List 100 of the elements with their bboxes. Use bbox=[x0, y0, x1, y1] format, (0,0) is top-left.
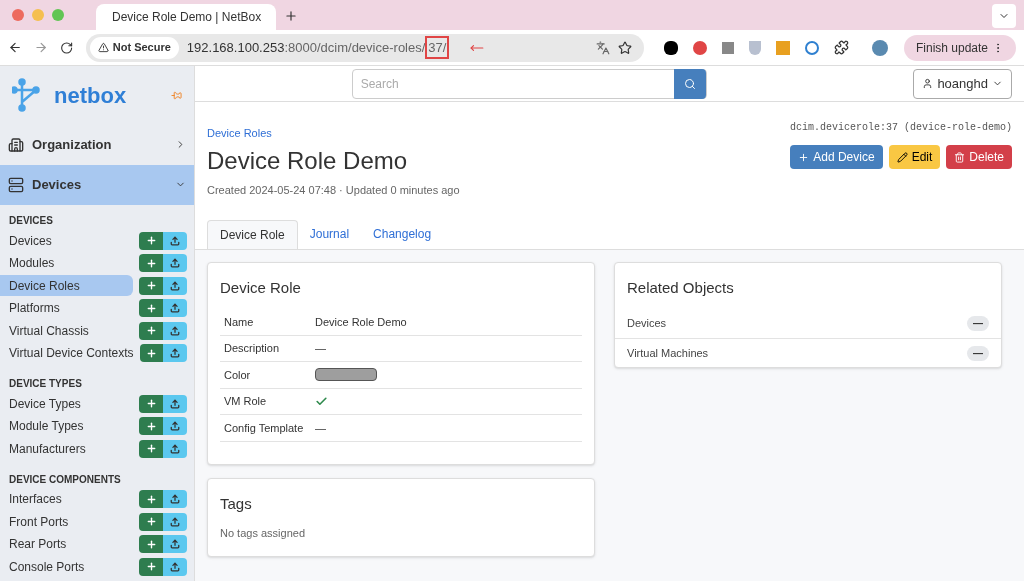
import-button[interactable] bbox=[163, 299, 187, 318]
card-title: Related Objects bbox=[626, 277, 735, 298]
import-button[interactable] bbox=[163, 439, 187, 458]
add-button[interactable] bbox=[139, 321, 163, 340]
netbox-logo-text: netbox bbox=[54, 81, 127, 110]
import-button[interactable] bbox=[163, 535, 187, 554]
empty-message: No tags assigned bbox=[220, 526, 306, 541]
trash-icon bbox=[954, 151, 966, 163]
plus-icon bbox=[145, 302, 157, 314]
plus-icon bbox=[145, 516, 157, 528]
extension-icon[interactable] bbox=[663, 40, 678, 55]
add-button[interactable] bbox=[139, 557, 163, 576]
reload-icon[interactable] bbox=[60, 40, 74, 55]
add-button[interactable] bbox=[139, 344, 164, 363]
count-badge: — bbox=[967, 316, 989, 331]
import-button[interactable] bbox=[163, 417, 187, 436]
nav-link[interactable]: Device Roles bbox=[0, 275, 133, 297]
section-heading: DEVICES bbox=[8, 214, 54, 228]
nav-link[interactable]: Rear Ports bbox=[0, 533, 133, 555]
field-label: VM Role bbox=[224, 394, 268, 409]
breadcrumb-link[interactable]: Device Roles bbox=[207, 127, 272, 139]
search-button[interactable] bbox=[673, 68, 706, 99]
import-button[interactable] bbox=[163, 254, 187, 273]
upload-icon bbox=[170, 421, 180, 432]
plus-icon bbox=[145, 347, 157, 359]
nav-link[interactable]: Virtual Chassis bbox=[0, 320, 133, 342]
add-button[interactable] bbox=[139, 535, 163, 554]
plus-icon bbox=[145, 235, 157, 247]
import-button[interactable] bbox=[163, 490, 187, 509]
import-button[interactable] bbox=[163, 231, 187, 250]
upload-icon bbox=[170, 539, 180, 550]
finish-update-button[interactable]: Finish update bbox=[903, 34, 1016, 61]
card-title: Device Role bbox=[220, 277, 302, 298]
url-highlight: 37/ bbox=[425, 35, 450, 60]
upload-icon bbox=[170, 398, 180, 409]
add-button[interactable] bbox=[139, 490, 163, 509]
add-button[interactable] bbox=[139, 512, 163, 531]
edit-button[interactable]: Edit bbox=[888, 145, 941, 169]
extensions-puzzle-icon[interactable] bbox=[833, 40, 849, 55]
upload-icon bbox=[170, 516, 180, 527]
nav-link[interactable]: Device Types bbox=[0, 393, 133, 415]
search-icon bbox=[683, 77, 696, 90]
address-bar[interactable]: Not Secure 192.168.100.253:8000/dcim/device-roles/ 37/ bbox=[85, 33, 644, 62]
plus-icon bbox=[145, 561, 157, 573]
menu-header[interactable]: Organization bbox=[0, 124, 194, 165]
user-menu-button[interactable]: hoanghd bbox=[913, 68, 1012, 99]
browser-tab[interactable]: Device Role Demo | NetBox bbox=[96, 4, 276, 30]
translate-icon[interactable] bbox=[595, 40, 610, 55]
nav-link[interactable]: Manufacturers bbox=[0, 438, 133, 460]
upload-icon bbox=[170, 443, 180, 454]
import-button[interactable] bbox=[163, 394, 187, 413]
import-button[interactable] bbox=[163, 276, 187, 295]
back-icon[interactable] bbox=[8, 40, 23, 55]
search-input[interactable]: Search bbox=[360, 74, 674, 93]
upload-icon bbox=[170, 348, 181, 359]
delete-button[interactable]: Delete bbox=[946, 145, 1012, 169]
search-field[interactable]: Search bbox=[351, 68, 707, 99]
count-badge: — bbox=[967, 345, 989, 361]
bookmark-star-icon[interactable] bbox=[617, 40, 632, 55]
add-button[interactable] bbox=[139, 299, 163, 318]
menu-header[interactable]: Devices bbox=[0, 164, 194, 205]
add-button[interactable] bbox=[139, 417, 163, 436]
plus-icon bbox=[145, 325, 157, 337]
related-link[interactable]: Virtual Machines bbox=[627, 344, 967, 362]
import-button[interactable] bbox=[163, 557, 187, 576]
field-label: Color bbox=[224, 367, 252, 383]
security-chip[interactable]: Not Secure bbox=[89, 36, 179, 59]
tab[interactable]: Device Role bbox=[207, 219, 298, 249]
section-heading: DEVICE COMPONENTS bbox=[8, 472, 122, 487]
field-label: Name bbox=[224, 314, 255, 330]
nav-link[interactable]: Platforms bbox=[0, 297, 133, 319]
field-value: — bbox=[315, 341, 326, 356]
nav-link[interactable]: Console Ports bbox=[0, 556, 133, 578]
add-button[interactable] bbox=[139, 394, 163, 413]
field-value: Device Role Demo bbox=[315, 314, 407, 330]
section-heading: DEVICE TYPES bbox=[8, 377, 83, 391]
profile-avatar[interactable] bbox=[871, 39, 888, 56]
add-button[interactable]: Add Device bbox=[790, 145, 883, 169]
tab[interactable]: Changelog bbox=[361, 219, 444, 249]
nav-link[interactable]: Front Ports bbox=[0, 511, 133, 533]
nav-link[interactable]: Devices bbox=[0, 230, 133, 252]
new-tab-icon[interactable] bbox=[284, 9, 298, 23]
related-link[interactable]: Devices bbox=[627, 315, 967, 332]
card-title: Tags bbox=[220, 493, 253, 514]
forward-icon[interactable] bbox=[34, 40, 49, 55]
pencil-icon bbox=[896, 151, 908, 163]
import-button[interactable] bbox=[163, 321, 187, 340]
import-button[interactable] bbox=[163, 344, 187, 363]
upload-icon bbox=[170, 561, 180, 572]
nav-link[interactable]: Interfaces bbox=[0, 488, 133, 510]
import-button[interactable] bbox=[163, 512, 187, 531]
add-button[interactable] bbox=[139, 231, 163, 250]
add-button[interactable] bbox=[139, 254, 163, 273]
nav-link[interactable]: Modules bbox=[0, 252, 133, 274]
tab[interactable]: Journal bbox=[297, 219, 362, 249]
add-button[interactable] bbox=[139, 439, 163, 458]
building-icon bbox=[8, 136, 24, 153]
nav-link[interactable]: Module Types bbox=[0, 415, 133, 437]
add-button[interactable] bbox=[139, 276, 163, 295]
nav-link[interactable]: Virtual Device Contexts bbox=[0, 342, 134, 364]
